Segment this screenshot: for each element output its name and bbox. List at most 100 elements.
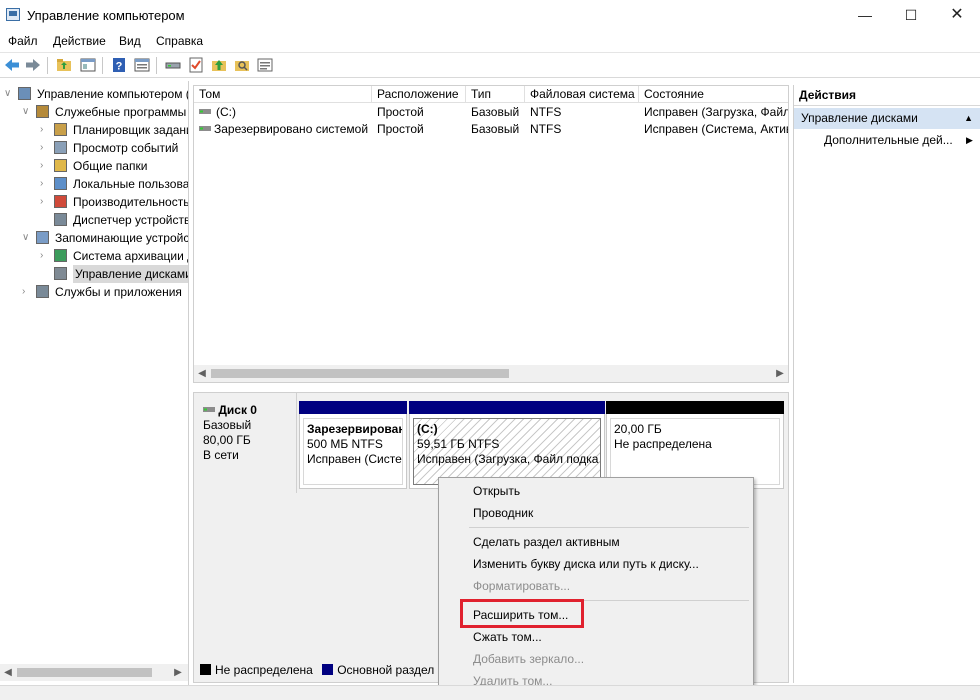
tree-item[interactable]: ∨ Запоминающие устройст: [0, 229, 188, 247]
toolbar-separator: [156, 57, 157, 74]
chevron-down-icon[interactable]: ∨: [4, 85, 14, 103]
partition-state: Исправен (Загрузка, Файл подка: [417, 452, 599, 466]
chevron-right-icon[interactable]: ›: [40, 139, 50, 157]
tree-item-label: Служебные программы: [55, 105, 187, 119]
scroll-left-icon[interactable]: ◀: [0, 664, 16, 681]
computer-icon: [18, 87, 31, 100]
status-bar: [0, 685, 980, 700]
menu-action[interactable]: Действие: [53, 34, 106, 48]
tree-item[interactable]: ∨ Служебные программы: [0, 103, 188, 121]
column-header-type[interactable]: Тип: [466, 86, 525, 103]
close-button[interactable]: ✕: [934, 0, 980, 30]
menu-bar: Файл Действие Вид Справка: [0, 31, 980, 53]
tree-item[interactable]: › Общие папки: [0, 157, 188, 175]
scrollbar-thumb[interactable]: [211, 369, 509, 378]
submenu-arrow-icon[interactable]: ▶: [966, 135, 973, 146]
partition-c[interactable]: (C:) 59,51 ГБ NTFS Исправен (Загрузка, Ф…: [409, 401, 605, 489]
menu-file[interactable]: Файл: [8, 34, 38, 48]
menu-help[interactable]: Справка: [156, 34, 203, 48]
tree-item[interactable]: › Система архивации да: [0, 247, 188, 265]
actions-section-disk-management[interactable]: Управление дисками ▲: [794, 108, 980, 129]
partition-size: 20,00 ГБ: [614, 422, 662, 436]
tree-item[interactable]: › Производительность: [0, 193, 189, 211]
users-icon: [54, 177, 67, 190]
tree-item[interactable]: Диспетчер устройств: [0, 211, 189, 229]
column-header-status[interactable]: Состояние: [639, 86, 788, 103]
context-item-shrink-volume[interactable]: Сжать том...: [473, 627, 542, 647]
context-item-add-mirror: Добавить зеркало...: [473, 652, 585, 666]
tree-item[interactable]: › Службы и приложения: [0, 283, 188, 301]
column-header-layout[interactable]: Расположение: [372, 86, 466, 103]
tree-item-label: Диспетчер устройств: [73, 213, 189, 227]
chevron-down-icon[interactable]: ∨: [22, 229, 32, 247]
volume-name: (C:): [216, 105, 236, 119]
storage-icon: [36, 231, 49, 244]
volume-list-horizontal-scrollbar[interactable]: ◀ ▶: [194, 365, 788, 382]
tree-item[interactable]: › Локальные пользовате: [0, 175, 188, 193]
disk-label[interactable]: Диск 0 Базовый 80,00 ГБ В сети: [194, 393, 297, 493]
scroll-right-icon[interactable]: ▶: [170, 664, 186, 681]
tree-item-label: Производительность: [73, 195, 189, 209]
toolbar: ?: [0, 53, 980, 78]
context-item-open[interactable]: Открыть: [473, 481, 520, 501]
chevron-right-icon[interactable]: ›: [40, 175, 50, 193]
back-arrow-icon[interactable]: [3, 56, 21, 74]
show-hide-tree-icon[interactable]: [79, 56, 97, 74]
device-manager-icon: [54, 213, 67, 226]
collapse-up-icon[interactable]: ▲: [964, 108, 973, 129]
tree-item-label: Просмотр событий: [73, 141, 179, 155]
tree-item[interactable]: Управление дисками: [0, 265, 188, 283]
search-folder-icon[interactable]: [233, 56, 251, 74]
volume-file-system: NTFS: [530, 105, 562, 119]
backup-icon: [54, 249, 67, 262]
tree-horizontal-scrollbar[interactable]: ◀ ▶: [0, 664, 188, 681]
up-folder-icon[interactable]: [55, 56, 73, 74]
actions-pane: Действия Управление дисками ▲ Дополнител…: [793, 85, 980, 683]
volume-layout: Простой: [377, 122, 424, 136]
partition-reserved[interactable]: Зарезервирован 500 МБ NTFS Исправен (Сис…: [299, 401, 407, 489]
partition-unallocated[interactable]: 20,00 ГБ Не распределена: [606, 401, 784, 489]
chevron-right-icon[interactable]: ›: [40, 247, 50, 265]
disk-icon[interactable]: [164, 56, 182, 74]
forward-arrow-icon[interactable]: [24, 56, 42, 74]
partition-color-bar: [299, 401, 407, 414]
tools-icon: [36, 105, 49, 118]
disk-status: В сети: [203, 448, 239, 462]
volume-icon: [199, 126, 211, 131]
disk-icon: [203, 407, 215, 412]
disk-management-icon: [54, 267, 67, 280]
tree-item[interactable]: › Планировщик заданий: [0, 121, 188, 139]
upload-icon[interactable]: [210, 56, 228, 74]
maximize-button[interactable]: ☐: [888, 0, 934, 30]
menu-view[interactable]: Вид: [119, 34, 141, 48]
chevron-right-icon[interactable]: ›: [40, 157, 50, 175]
tree-item[interactable]: › Просмотр событий: [0, 139, 188, 157]
partition-size: 59,51 ГБ NTFS: [417, 437, 500, 451]
chevron-right-icon[interactable]: ›: [40, 121, 50, 139]
chevron-down-icon[interactable]: ∨: [22, 103, 32, 121]
scroll-right-icon[interactable]: ▶: [772, 365, 788, 382]
partition-state: Не распределена: [614, 437, 712, 451]
chevron-right-icon[interactable]: ›: [22, 283, 32, 301]
svg-text:?: ?: [116, 61, 123, 73]
more-actions-link[interactable]: Дополнительные дей...: [824, 133, 953, 147]
scrollbar-thumb[interactable]: [17, 668, 152, 677]
volume-status: Исправен (Система, Актив: [644, 122, 788, 136]
context-item-explorer[interactable]: Проводник: [473, 503, 533, 523]
details-view-icon[interactable]: [256, 56, 274, 74]
disk-size: 80,00 ГБ: [203, 433, 251, 447]
volume-icon: [199, 109, 211, 114]
chevron-right-icon[interactable]: ›: [40, 193, 50, 211]
help-icon[interactable]: ?: [110, 56, 128, 74]
column-header-volume[interactable]: Том: [194, 86, 372, 103]
properties-icon[interactable]: [133, 56, 151, 74]
context-item-mark-active[interactable]: Сделать раздел активным: [473, 532, 620, 552]
context-item-change-drive-letter[interactable]: Изменить букву диска или путь к диску...: [473, 554, 699, 574]
legend-swatch-primary: [322, 664, 334, 675]
scroll-left-icon[interactable]: ◀: [194, 365, 210, 382]
tree-item-label: Управление компьютером (л: [37, 87, 189, 101]
column-header-file-system[interactable]: Файловая система: [525, 86, 639, 103]
checklist-icon[interactable]: [187, 56, 205, 74]
minimize-button[interactable]: —: [842, 0, 888, 30]
tree-item[interactable]: ∨ Управление компьютером (л: [0, 85, 189, 103]
